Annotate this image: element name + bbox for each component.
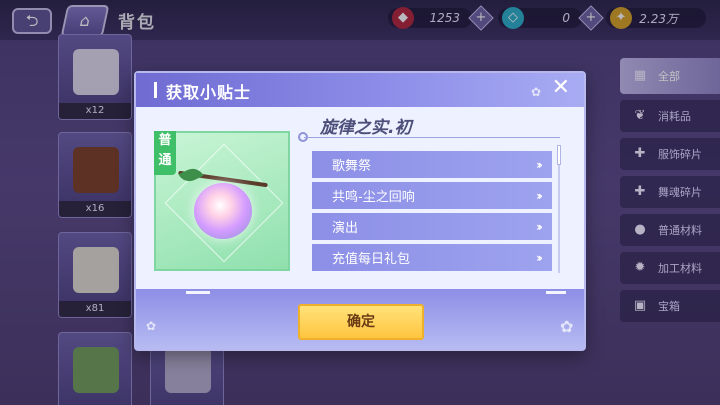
source-item[interactable]: 歌舞祭 ›› bbox=[312, 151, 552, 178]
confirm-button[interactable]: 确定 bbox=[298, 304, 424, 340]
acquire-tips-dialog: 获取小贴士 ✿ ✕ 普通 旋律之实.初 歌舞祭 ›› 共鸣-尘之回响 ›› 演出… bbox=[134, 71, 586, 351]
flower-decoration-icon: ✿ bbox=[560, 317, 574, 336]
close-button[interactable]: ✕ bbox=[552, 75, 570, 100]
source-label: 演出 bbox=[332, 221, 359, 236]
footer-divider bbox=[186, 291, 210, 294]
name-underline bbox=[304, 137, 560, 138]
source-label: 共鸣-尘之回响 bbox=[332, 190, 415, 205]
rarity-badge: 普通 bbox=[154, 131, 176, 175]
source-item[interactable]: 共鸣-尘之回响 ›› bbox=[312, 182, 552, 209]
double-chevron-right-icon: ›› bbox=[536, 250, 543, 265]
scrollbar-thumb[interactable] bbox=[557, 145, 561, 165]
melody-fruit-icon bbox=[194, 183, 252, 239]
footer-divider bbox=[546, 291, 566, 294]
double-chevron-right-icon: ›› bbox=[536, 188, 543, 203]
double-chevron-right-icon: ›› bbox=[536, 157, 543, 172]
dialog-header: 获取小贴士 ✿ ✕ bbox=[136, 73, 584, 107]
dialog-title: 获取小贴士 bbox=[166, 83, 252, 102]
source-label: 充值每日礼包 bbox=[332, 252, 411, 267]
dialog-footer: ✿ ✿ 确定 bbox=[136, 289, 584, 349]
item-name: 旋律之实.初 bbox=[320, 118, 412, 138]
source-item[interactable]: 演出 ›› bbox=[312, 213, 552, 240]
source-item[interactable]: 充值每日礼包 ›› bbox=[312, 244, 552, 271]
item-card: 普通 bbox=[154, 131, 290, 271]
double-chevron-right-icon: ›› bbox=[536, 219, 543, 234]
flower-decoration-icon: ✿ bbox=[146, 319, 157, 333]
source-label: 歌舞祭 bbox=[332, 159, 372, 174]
title-bar-accent bbox=[154, 82, 157, 98]
flower-decoration-icon: ✿ bbox=[531, 85, 542, 99]
source-list: 歌舞祭 ›› 共鸣-尘之回响 ›› 演出 ›› 充值每日礼包 ›› bbox=[312, 151, 552, 275]
